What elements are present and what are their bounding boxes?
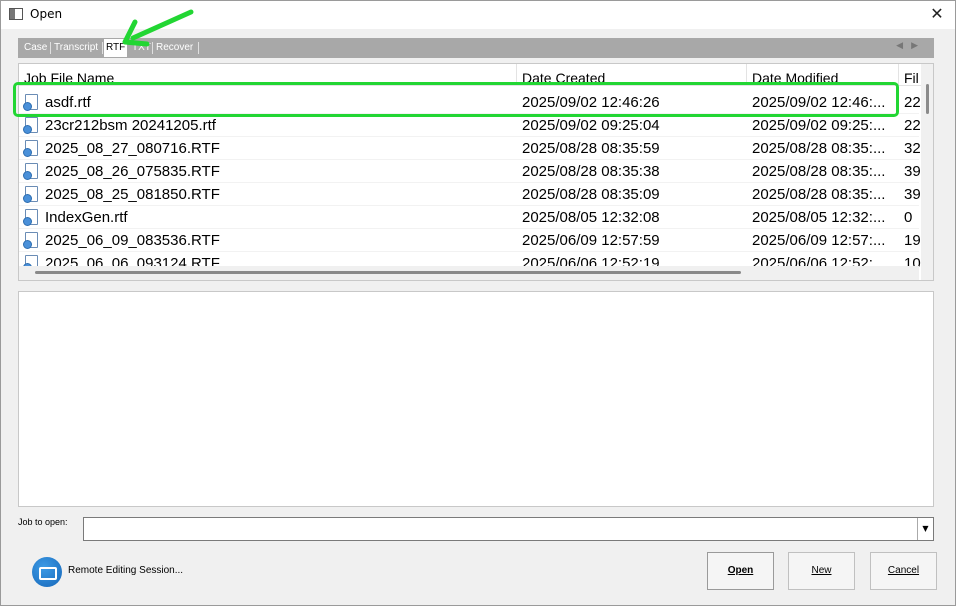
table-row[interactable]: 2025_08_27_080716.RTF 2025/08/28 08:35:5…	[19, 137, 921, 160]
rtf-file-icon	[23, 94, 38, 111]
date-modified: 2025/08/28 08:35:...	[752, 163, 886, 180]
table-row[interactable]: 23cr212bsm 20241205.rtf 2025/09/02 09:25…	[19, 114, 921, 137]
remote-session-icon[interactable]	[32, 557, 62, 587]
rtf-file-icon	[23, 186, 38, 203]
job-to-open-label: Job to open:	[18, 517, 68, 527]
job-file-list[interactable]: Job File Name Date Created Date Modified…	[18, 63, 934, 281]
open-button[interactable]: Open	[707, 552, 774, 590]
chevron-down-icon[interactable]: ▼	[917, 518, 933, 540]
date-created: 2025/08/28 08:35:38	[522, 163, 660, 180]
tab-transcript[interactable]: Transcript	[52, 41, 100, 55]
window-title: Open	[30, 7, 63, 21]
annotation-arrow-icon	[122, 9, 194, 47]
table-row[interactable]: 2025_08_25_081850.RTF 2025/08/28 08:35:0…	[19, 183, 921, 206]
window-icon	[9, 8, 23, 20]
date-modified: 2025/09/02 09:25:...	[752, 117, 886, 134]
list-header: Job File Name Date Created Date Modified…	[19, 64, 933, 86]
table-row[interactable]: asdf.rtf 2025/09/02 12:46:26 2025/09/02 …	[19, 91, 921, 114]
remote-session-link[interactable]: Remote Editing Session...	[68, 565, 183, 576]
column-header-modified[interactable]: Date Modified	[747, 64, 899, 86]
tab-prev-icon[interactable]: ◀	[896, 41, 911, 51]
date-created: 2025/09/02 09:25:04	[522, 117, 660, 134]
tab-case[interactable]: Case	[22, 41, 49, 55]
date-modified: 2025/08/28 08:35:...	[752, 186, 886, 203]
column-header-created[interactable]: Date Created	[517, 64, 747, 86]
file-name: 2025_08_26_075835.RTF	[45, 163, 220, 180]
date-created: 2025/09/02 12:46:26	[522, 94, 660, 111]
open-dialog: Open ✕ Case Transcript RTF TXT Recover ◀…	[0, 0, 956, 606]
file-name: 2025_08_27_080716.RTF	[45, 140, 220, 157]
close-button[interactable]: ✕	[919, 1, 955, 29]
table-row[interactable]: IndexGen.rtf 2025/08/05 12:32:08 2025/08…	[19, 206, 919, 229]
rtf-file-icon	[23, 232, 38, 249]
date-modified: 2025/08/05 12:32:...	[752, 209, 886, 226]
tab-separator	[102, 42, 103, 54]
date-created: 2025/06/09 12:57:59	[522, 232, 660, 249]
table-row[interactable]: 2025_06_09_083536.RTF 2025/06/09 12:57:5…	[19, 229, 921, 252]
horizontal-scroll-thumb[interactable]	[35, 271, 741, 274]
column-header-name[interactable]: Job File Name	[19, 64, 517, 86]
date-created: 2025/08/05 12:32:08	[522, 209, 660, 226]
preview-pane	[18, 291, 934, 507]
job-to-open-input[interactable]	[86, 520, 916, 538]
file-name: 2025_06_09_083536.RTF	[45, 232, 220, 249]
vertical-scrollbar[interactable]	[921, 64, 933, 280]
date-created: 2025/08/28 08:35:09	[522, 186, 660, 203]
tab-scroll-arrows[interactable]: ◀▶	[896, 41, 926, 51]
date-modified: 2025/08/28 08:35:...	[752, 140, 886, 157]
tab-separator	[50, 42, 51, 54]
horizontal-scrollbar[interactable]	[19, 266, 919, 280]
column-header-size[interactable]: Fil	[899, 64, 923, 86]
rtf-file-icon	[23, 209, 38, 226]
rtf-file-icon	[23, 140, 38, 157]
date-modified: 2025/06/09 12:57:...	[752, 232, 886, 249]
vertical-scroll-thumb[interactable]	[926, 84, 929, 114]
file-name: 23cr212bsm 20241205.rtf	[45, 117, 216, 134]
rtf-file-icon	[23, 117, 38, 134]
job-to-open-combo[interactable]: ▼	[83, 517, 934, 541]
new-button[interactable]: New	[788, 552, 855, 590]
rtf-file-icon	[23, 163, 38, 180]
file-name: asdf.rtf	[45, 94, 91, 111]
cancel-button[interactable]: Cancel	[870, 552, 937, 590]
file-name: 2025_08_25_081850.RTF	[45, 186, 220, 203]
date-modified: 2025/09/02 12:46:...	[752, 94, 886, 111]
tab-next-icon[interactable]: ▶	[911, 41, 926, 51]
date-created: 2025/08/28 08:35:59	[522, 140, 660, 157]
table-row[interactable]: 2025_08_26_075835.RTF 2025/08/28 08:35:3…	[19, 160, 921, 183]
file-name: IndexGen.rtf	[45, 209, 128, 226]
